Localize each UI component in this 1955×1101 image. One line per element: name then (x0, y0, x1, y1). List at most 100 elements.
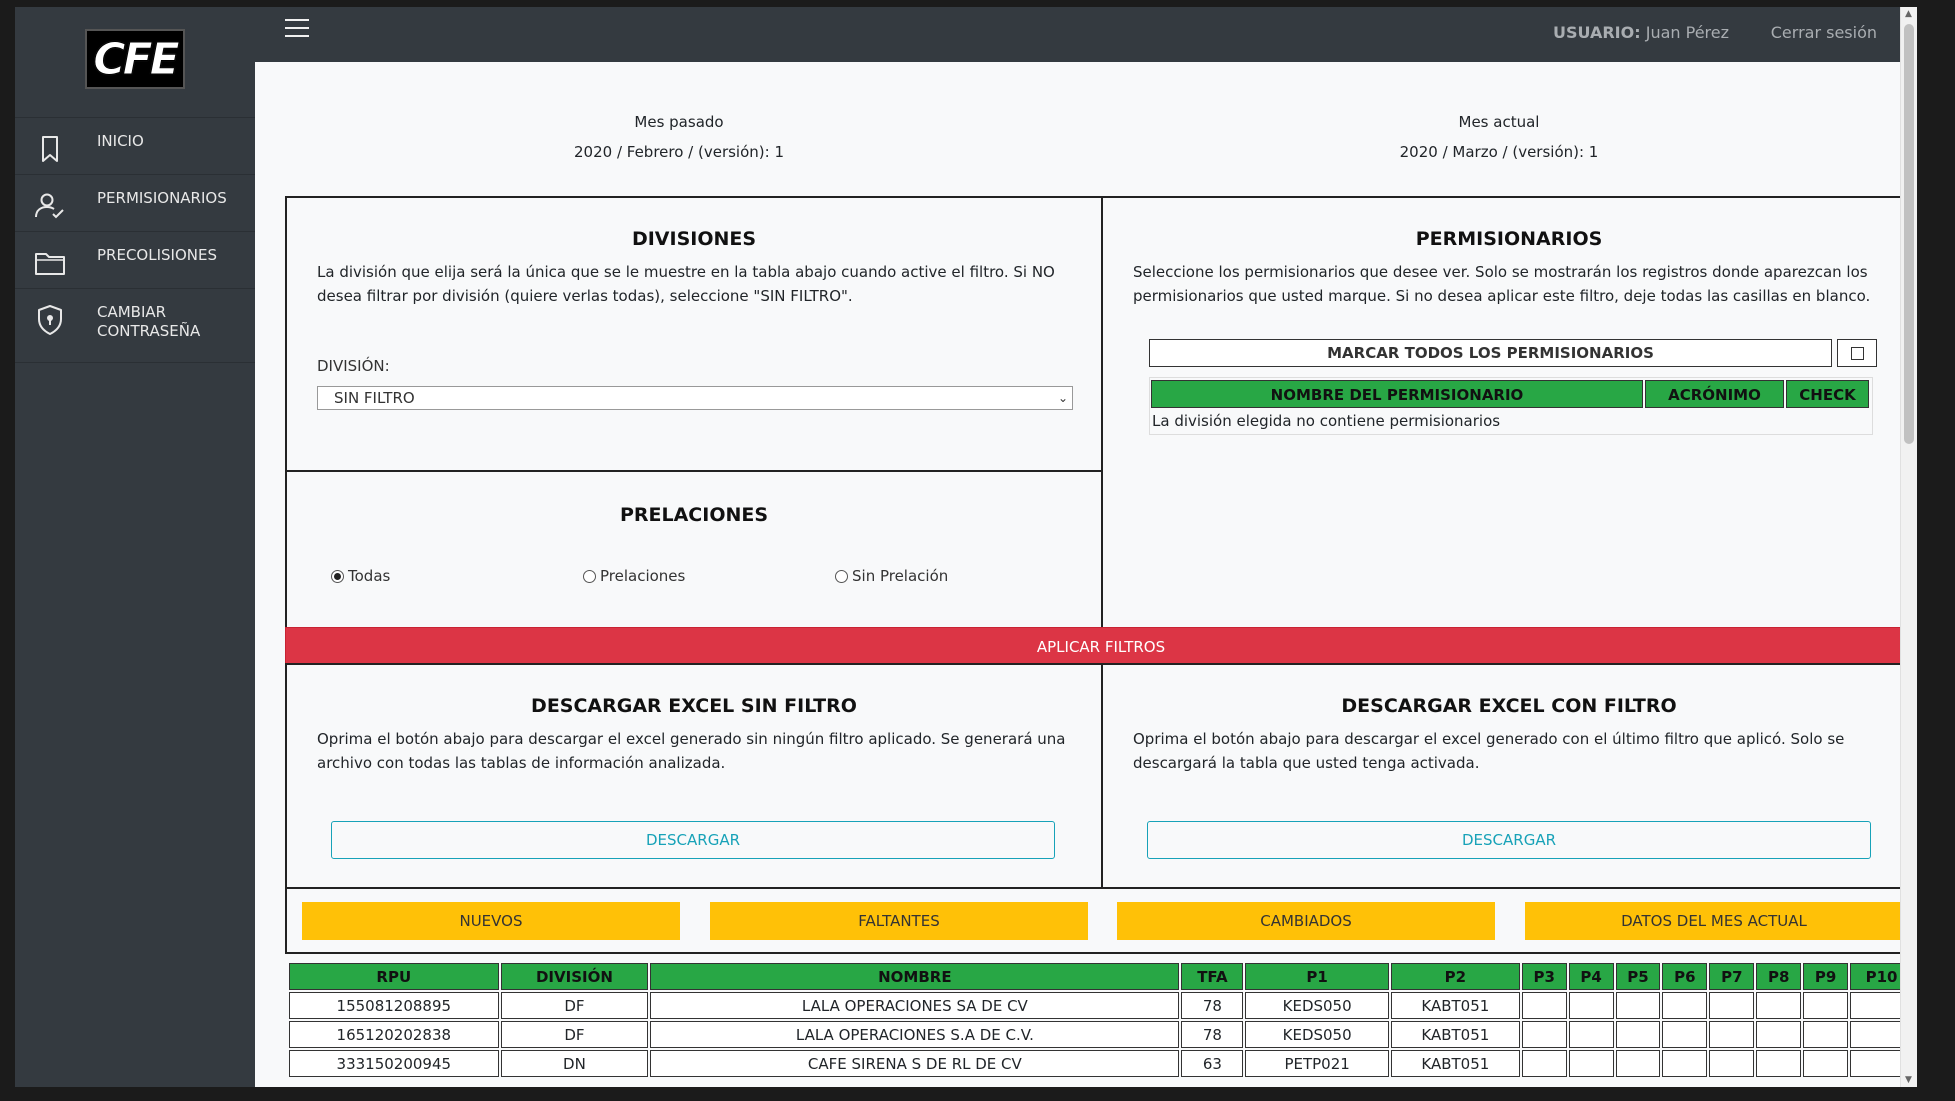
permisionarios-title: PERMISIONARIOS (1415, 228, 1603, 250)
table-header-row: RPU DIVISIÓN NOMBRE TFA P1 P2 P3 P4 P5 P6 P7 P8 P9 P1… (289, 963, 1913, 990)
sidebar-item-label: INICIO (97, 132, 144, 150)
divisiones-description: La división que elija será la única que … (317, 263, 1055, 305)
table-cell: KABT051 (1390, 1021, 1520, 1048)
chevron-down-icon: ⌄ (1057, 391, 1068, 405)
radio-button[interactable] (835, 569, 848, 583)
mark-all-checkbox[interactable] (1837, 339, 1877, 367)
scrollbar-thumb[interactable] (1904, 24, 1914, 444)
current-month-value: 2020 / Marzo / (versión): 1 (1399, 143, 1599, 161)
sidebar-item-inicio[interactable]: INICIO (15, 118, 255, 175)
main-content: Mes pasado 2020 / Febrero / (versión): 1… (255, 62, 1917, 1087)
past-month: Mes pasado 2020 / Febrero / (versión): 1 (479, 107, 879, 167)
column-header[interactable]: P7 (1709, 963, 1755, 990)
sidebar-item-label: PERMISIONARIOS (97, 189, 227, 207)
table-cell: 333150200945 (289, 1050, 499, 1077)
column-header[interactable]: P3 (1521, 963, 1567, 990)
sidebar-item-label: PRECOLISIONES (97, 246, 217, 264)
scroll-up-icon[interactable]: ▲ (1905, 9, 1912, 19)
column-header[interactable]: NOMBRE DEL PERMISIONARIO (1151, 380, 1643, 408)
sidebar-item-permisionarios[interactable]: PERMISIONARIOS (15, 175, 255, 232)
permisionarios-table: NOMBRE DEL PERMISIONARIO ACRÓNIMO CHECK … (1149, 377, 1873, 435)
mark-all-button[interactable]: MARCAR TODOS LOS PERMISIONARIOS (1149, 339, 1832, 367)
logout-link[interactable]: Cerrar sesión (1771, 23, 1877, 42)
table-cell (1803, 992, 1849, 1019)
excel-con-filtro-title: DESCARGAR EXCEL CON FILTRO (1341, 695, 1677, 717)
table-cell (1662, 992, 1708, 1019)
table-cell: 78 (1181, 1021, 1244, 1048)
excel-con-filtro-description: Oprima el botón abajo para descargar el … (1133, 730, 1845, 772)
column-header[interactable]: RPU (289, 963, 499, 990)
apply-filters-button[interactable]: APLICAR FILTROS (285, 627, 1917, 665)
column-header[interactable]: P5 (1615, 963, 1661, 990)
column-header[interactable]: P1 (1245, 963, 1389, 990)
prelaciones-panel: PRELACIONES Todas Prelaciones Sin Prelac… (285, 470, 1103, 629)
tab-datos-mes-actual[interactable]: DATOS DEL MES ACTUAL (1525, 902, 1903, 940)
table-row[interactable]: 155081208895 DF LALA OPERACIONES SA DE CV 7… (289, 992, 1913, 1019)
table-cell: 78 (1181, 992, 1244, 1019)
column-header[interactable]: P2 (1390, 963, 1520, 990)
permisionarios-panel: PERMISIONARIOS Seleccione los permisiona… (1101, 196, 1917, 629)
data-table: RPU DIVISIÓN NOMBRE TFA P1 P2 P3 P4 P5 P6 P7 P8 P9 P1… (287, 961, 1915, 1079)
logo-text: CFE (93, 33, 180, 85)
radio-button-selected[interactable] (331, 569, 344, 583)
table-cell (1568, 1021, 1614, 1048)
table-cell (1756, 992, 1802, 1019)
table-cell (1756, 1050, 1802, 1077)
divisiones-panel: DIVISIONES La división que elija será la… (285, 196, 1103, 472)
tab-cambiados[interactable]: CAMBIADOS (1117, 902, 1495, 940)
sidebar-item-cambiar-contrasena[interactable]: CAMBIAR CONTRASEÑA (15, 289, 255, 363)
scroll-down-icon[interactable]: ▼ (1905, 1075, 1912, 1085)
sidebar: CFE INICIO PERMISIONARIOS PRECOLISIONES … (15, 7, 255, 1087)
radio-todas[interactable]: Todas (331, 567, 390, 585)
radio-button[interactable] (583, 569, 596, 583)
column-header[interactable]: P6 (1662, 963, 1708, 990)
radio-label: Sin Prelación (852, 567, 949, 585)
table-cell (1709, 1050, 1755, 1077)
table-cell (1709, 992, 1755, 1019)
table-cell (1615, 1021, 1661, 1048)
radio-label: Prelaciones (600, 567, 686, 585)
radio-sin-prelacion[interactable]: Sin Prelación (835, 567, 948, 585)
column-header[interactable]: P9 (1803, 963, 1849, 990)
table-header: NOMBRE DEL PERMISIONARIO ACRÓNIMO CHECK (1150, 378, 1872, 410)
division-field-label: DIVISIÓN: (317, 357, 390, 375)
table-cell: PETP021 (1245, 1050, 1389, 1077)
excel-sin-filtro-title: DESCARGAR EXCEL SIN FILTRO (531, 695, 857, 717)
sidebar-item-label: CAMBIAR CONTRASEÑA (97, 303, 201, 340)
bookmark-icon (42, 136, 58, 162)
table-cell: KEDS050 (1245, 1021, 1389, 1048)
shield-lock-icon (38, 305, 62, 335)
column-header[interactable]: ACRÓNIMO (1645, 380, 1784, 408)
table-cell: 155081208895 (289, 992, 499, 1019)
divisiones-title: DIVISIONES (631, 228, 757, 250)
division-select[interactable]: SIN FILTRO ⌄ (317, 386, 1073, 410)
radio-prelaciones[interactable]: Prelaciones (583, 567, 685, 585)
past-month-label: Mes pasado (634, 113, 724, 131)
table-cell (1521, 1050, 1567, 1077)
table-cell: LALA OPERACIONES S.A DE C.V. (650, 1021, 1180, 1048)
column-header[interactable]: P4 (1568, 963, 1614, 990)
column-header[interactable]: CHECK (1786, 380, 1869, 408)
column-header[interactable]: P8 (1756, 963, 1802, 990)
download-con-filtro-button[interactable]: DESCARGAR (1147, 821, 1871, 859)
user-label: USUARIO: (1552, 23, 1641, 42)
sidebar-item-precolisiones[interactable]: PRECOLISIONES (15, 232, 255, 289)
empty-message: La división elegida no contiene permisio… (1152, 412, 1501, 430)
table-cell (1662, 1050, 1708, 1077)
excel-sin-filtro-panel: DESCARGAR EXCEL SIN FILTRO Oprima el bot… (285, 663, 1103, 889)
prelaciones-title: PRELACIONES (619, 504, 769, 526)
column-header[interactable]: DIVISIÓN (500, 963, 649, 990)
table-row[interactable]: 333150200945 DN CAFE SIRENA S DE RL DE CV 6… (289, 1050, 1913, 1077)
tab-faltantes[interactable]: FALTANTES (710, 902, 1088, 940)
table-cell: KEDS050 (1245, 992, 1389, 1019)
vertical-scrollbar[interactable]: ▲ ▼ (1900, 7, 1917, 1087)
column-header[interactable]: TFA (1181, 963, 1244, 990)
download-sin-filtro-button[interactable]: DESCARGAR (331, 821, 1055, 859)
hamburger-menu-icon[interactable] (285, 19, 309, 41)
table-cell: CAFE SIRENA S DE RL DE CV (650, 1050, 1180, 1077)
column-header[interactable]: NOMBRE (650, 963, 1180, 990)
cfe-logo[interactable]: CFE (85, 29, 185, 89)
user-name: Juan Pérez (1645, 23, 1729, 42)
table-row[interactable]: 165120202838 DF LALA OPERACIONES S.A DE C.… (289, 1021, 1913, 1048)
tab-nuevos[interactable]: NUEVOS (302, 902, 680, 940)
